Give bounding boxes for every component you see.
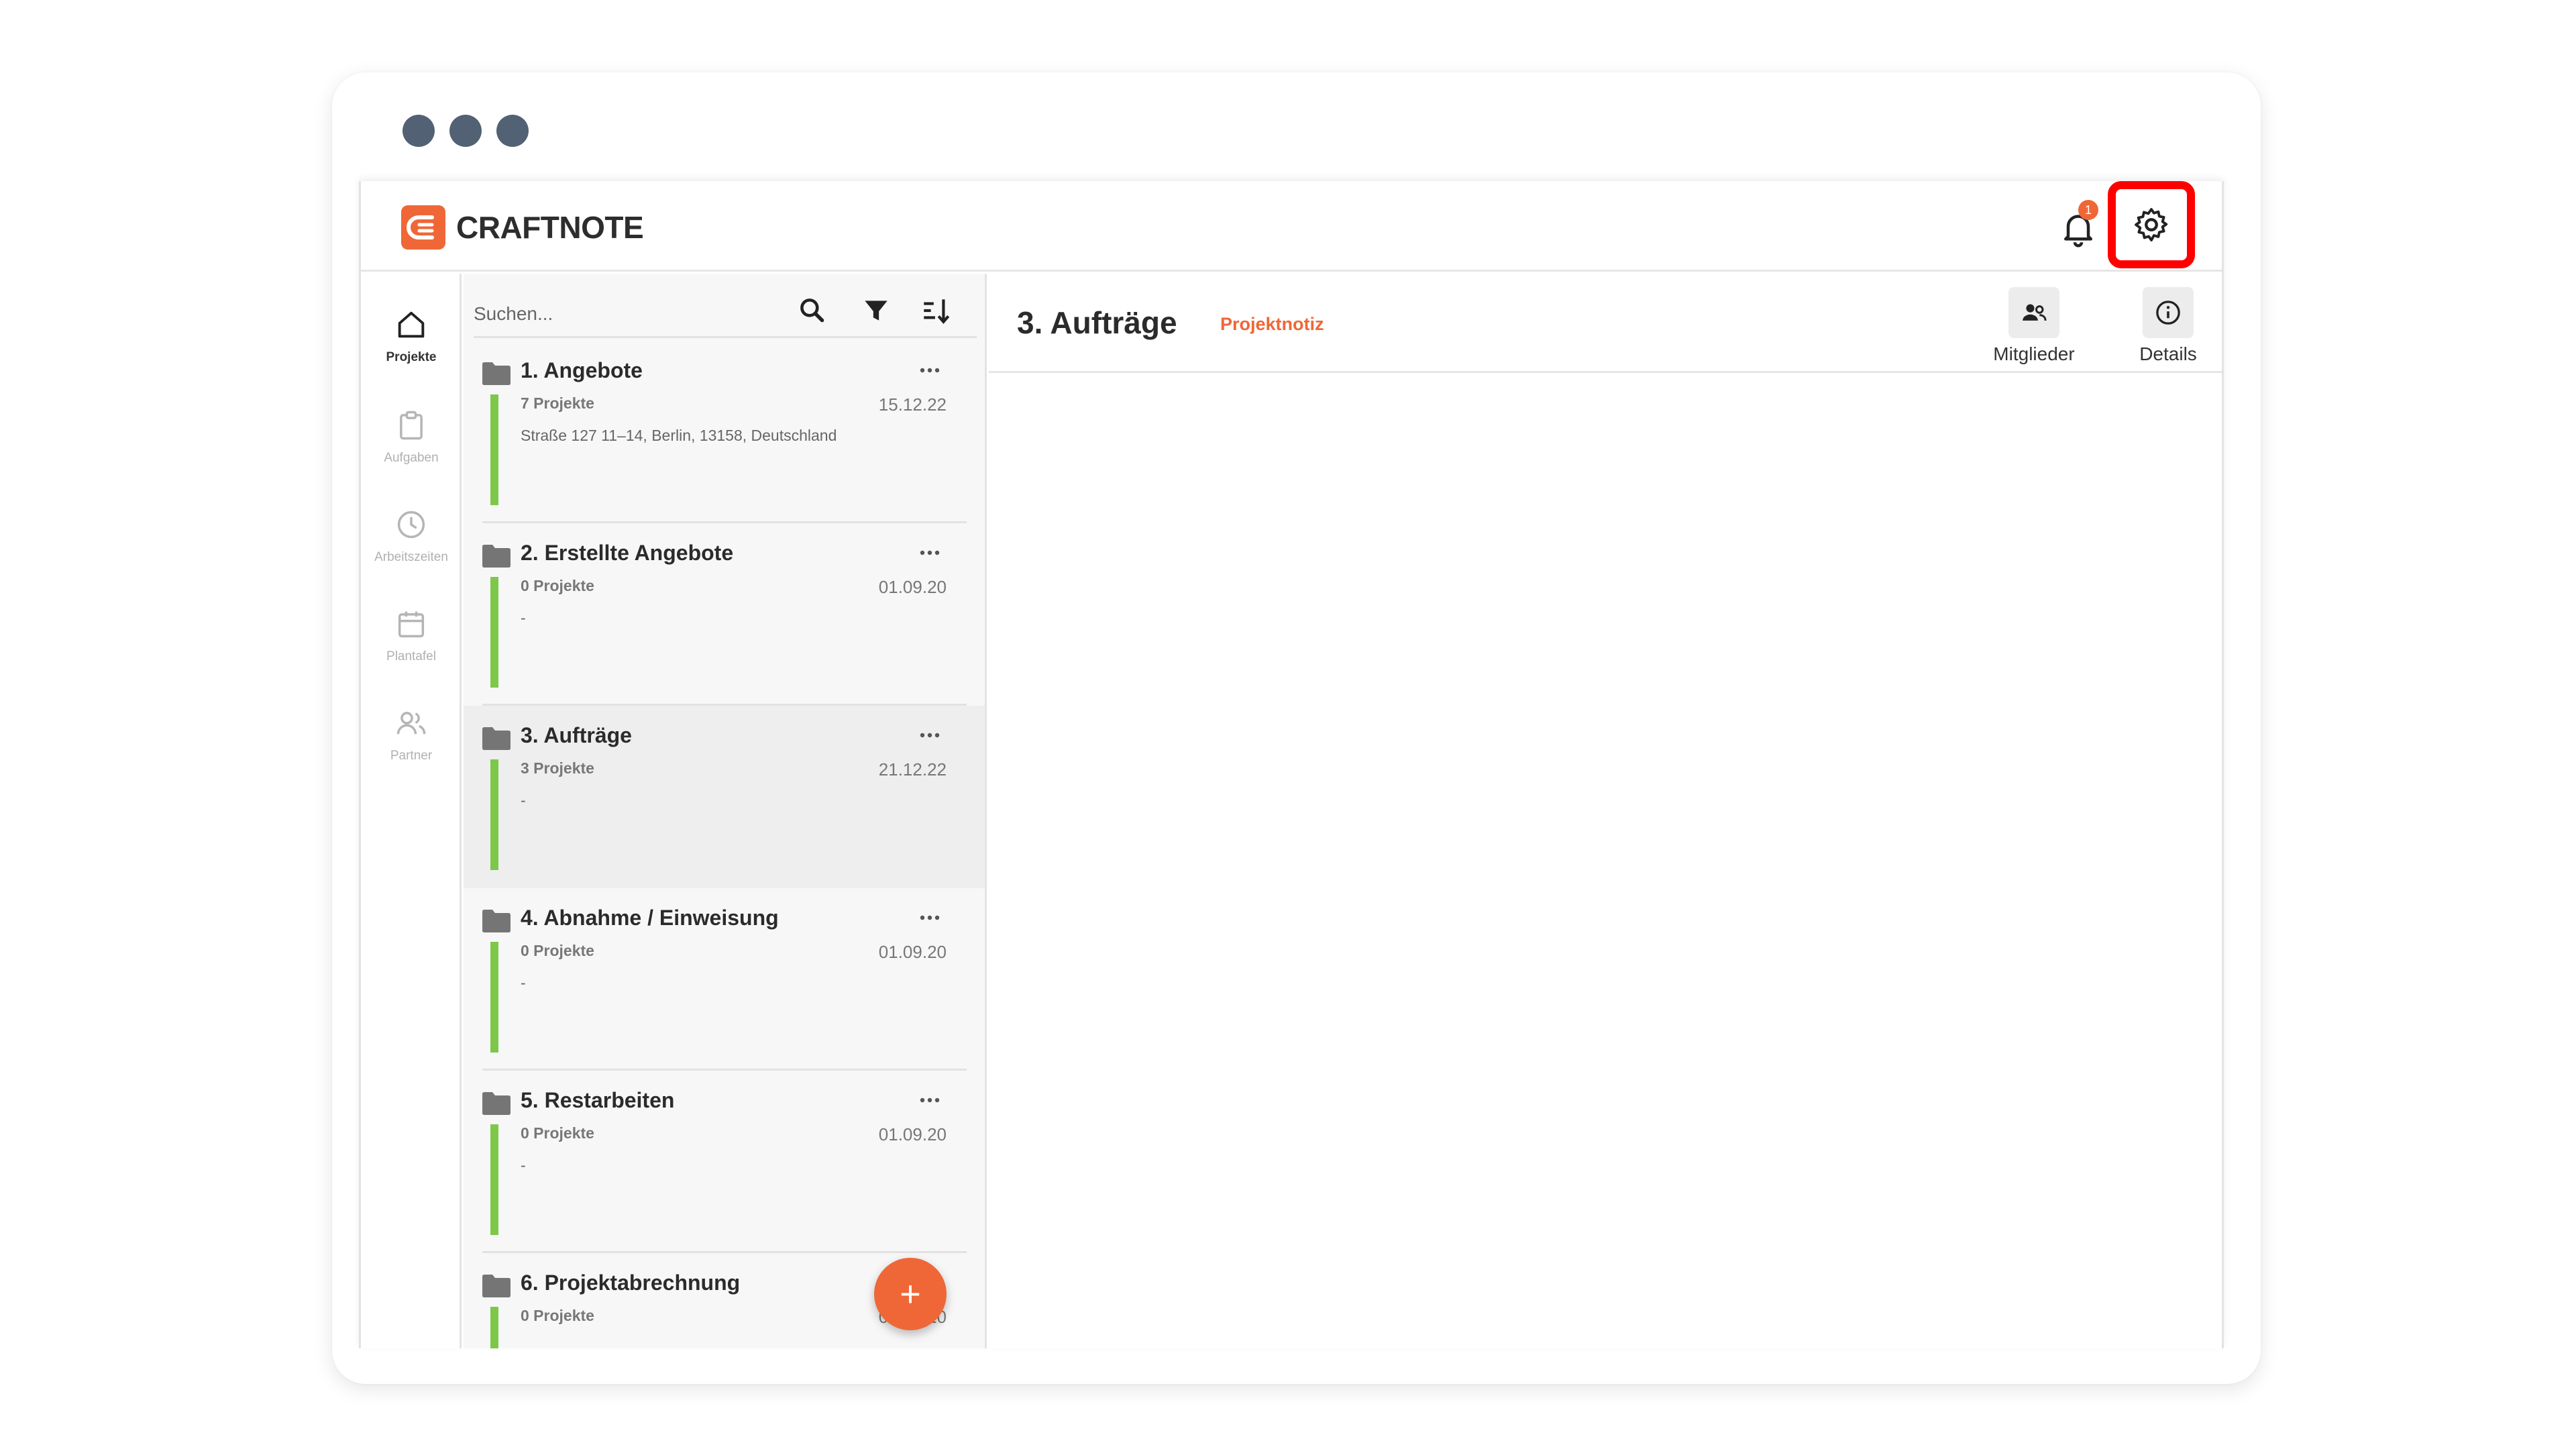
info-icon <box>2156 301 2180 325</box>
sidebar-item-projekte[interactable]: Projekte <box>361 307 462 365</box>
folder-address: Straße 127 11–14, Berlin, 13158, Deutsch… <box>521 427 837 444</box>
folder-title: 2. Erstellte Angebote <box>521 541 734 565</box>
main-header: 3. Aufträge Projektnotiz Mitglieder Deta… <box>989 274 2222 373</box>
folder-date: 15.12.22 <box>878 394 947 415</box>
more-options-icon[interactable] <box>916 722 943 749</box>
notification-badge: 1 <box>2078 200 2098 220</box>
app-window: CRAFTNOTE 1 Projekte Aufgaben Arbeitszei… <box>359 181 2224 1348</box>
folder-address: - <box>521 792 526 809</box>
folder-list-panel: 1. Angebote 7 Projekte 15.12.22 Straße 1… <box>464 274 987 1348</box>
sidebar-item-label: Projekte <box>386 350 437 364</box>
window-dot <box>402 115 435 147</box>
details-button[interactable]: Details <box>2114 287 2222 365</box>
folder-icon <box>482 910 511 932</box>
folder-icon <box>482 1275 511 1297</box>
folder-item[interactable]: 1. Angebote 7 Projekte 15.12.22 Straße 1… <box>464 341 985 523</box>
window-dot <box>496 115 529 147</box>
calendar-icon <box>398 611 425 638</box>
folder-title: 1. Angebote <box>521 358 643 382</box>
status-bar <box>490 394 498 505</box>
more-options-icon[interactable] <box>916 539 943 566</box>
clock-icon <box>397 511 425 539</box>
folder-date: 01.09.20 <box>878 1124 947 1144</box>
project-count: 0 Projekte <box>521 1124 594 1142</box>
status-bar <box>490 1307 498 1348</box>
settings-button[interactable] <box>2108 181 2195 268</box>
more-options-icon[interactable] <box>916 357 943 384</box>
sidebar-item-label: Partner <box>390 749 433 763</box>
window-dot <box>449 115 482 147</box>
folder-address: - <box>521 1157 526 1174</box>
users-icon <box>396 712 426 735</box>
members-button[interactable]: Mitglieder <box>1980 287 2088 365</box>
members-label: Mitglieder <box>1993 343 2075 364</box>
search-input[interactable] <box>474 301 796 327</box>
details-label: Details <box>2139 343 2197 364</box>
status-bar <box>490 759 498 870</box>
page-title: 3. Aufträge <box>1017 305 1177 340</box>
sidebar-item-partner[interactable]: Partner <box>361 706 462 763</box>
sidebar-item-plantafel[interactable]: Plantafel <box>361 606 462 664</box>
status-bar <box>490 1124 498 1235</box>
folder-date: 01.09.20 <box>878 577 947 597</box>
search-icon[interactable] <box>796 294 829 327</box>
folder-item-selected[interactable]: 3. Aufträge 3 Projekte 21.12.22 - <box>464 706 985 888</box>
sidebar-item-arbeitszeiten[interactable]: Arbeitszeiten <box>361 507 462 565</box>
folder-title: 4. Abnahme / Einweisung <box>521 906 779 930</box>
filter-icon[interactable] <box>859 294 893 327</box>
project-count: 0 Projekte <box>521 1307 594 1324</box>
project-count: 0 Projekte <box>521 577 594 594</box>
sidebar-nav: Projekte Aufgaben Arbeitszeiten Plantafe… <box>361 274 462 1348</box>
sidebar-item-label: Aufgaben <box>384 451 439 465</box>
add-folder-button[interactable]: + <box>874 1258 947 1330</box>
project-count: 7 Projekte <box>521 394 594 412</box>
folder-item[interactable]: 4. Abnahme / Einweisung 0 Projekte 01.09… <box>464 888 985 1071</box>
folder-title: 6. Projektabrechnung <box>521 1271 741 1295</box>
folder-title: 5. Restarbeiten <box>521 1088 675 1112</box>
top-bar: CRAFTNOTE 1 <box>361 181 2222 272</box>
folder-icon <box>482 727 511 750</box>
folder-date: 21.12.22 <box>878 759 947 780</box>
folder-address: - <box>521 974 526 991</box>
status-bar <box>490 942 498 1053</box>
home-icon <box>398 311 425 338</box>
brand-name: CRAFTNOTE <box>456 210 644 245</box>
folder-title: 3. Aufträge <box>521 723 632 747</box>
folder-icon <box>482 362 511 385</box>
clipboard-icon <box>400 411 423 440</box>
folder-item[interactable]: 5. Restarbeiten 0 Projekte 01.09.20 - <box>464 1071 985 1253</box>
page-subtitle: Projektnotiz <box>1220 314 1324 334</box>
folder-date: 01.09.20 <box>878 942 947 962</box>
folder-item[interactable]: 2. Erstellte Angebote 0 Projekte 01.09.2… <box>464 523 985 706</box>
folder-icon <box>482 545 511 568</box>
folder-icon <box>482 1092 511 1115</box>
more-options-icon[interactable] <box>916 1087 943 1114</box>
search-bar <box>474 274 977 338</box>
members-icon <box>2023 304 2047 321</box>
main-content: 3. Aufträge Projektnotiz Mitglieder Deta… <box>989 274 2222 1348</box>
sidebar-item-label: Plantafel <box>386 649 436 663</box>
gear-icon <box>2135 208 2168 241</box>
craftnote-logo-icon <box>401 205 445 250</box>
status-bar <box>490 577 498 688</box>
more-options-icon[interactable] <box>916 904 943 931</box>
folder-address: - <box>521 609 526 627</box>
project-count: 0 Projekte <box>521 942 594 959</box>
project-count: 3 Projekte <box>521 759 594 777</box>
sort-icon[interactable] <box>920 294 953 327</box>
sidebar-item-aufgaben[interactable]: Aufgaben <box>361 408 462 466</box>
sidebar-item-label: Arbeitszeiten <box>374 550 448 564</box>
